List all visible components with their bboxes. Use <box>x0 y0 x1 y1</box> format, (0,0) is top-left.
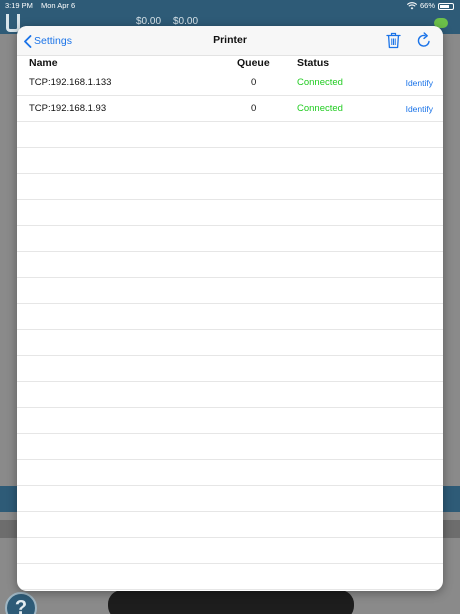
empty-list-row <box>17 356 443 382</box>
printer-queue: 0 <box>251 103 257 114</box>
empty-list-row <box>17 148 443 174</box>
empty-list-row <box>17 408 443 434</box>
empty-list-row <box>17 486 443 512</box>
modal-nav-bar: Settings Printer <box>17 26 443 56</box>
status-bar: 3:19 PM Mon Apr 6 66% <box>0 0 460 12</box>
identify-button[interactable]: Identify <box>406 78 433 88</box>
identify-button[interactable]: Identify <box>406 104 433 114</box>
empty-list-row <box>17 122 443 148</box>
empty-list-row <box>17 200 443 226</box>
battery-icon <box>438 2 454 10</box>
empty-list-row <box>17 564 443 590</box>
empty-list-row <box>17 512 443 538</box>
status-time: 3:19 PM <box>5 1 33 10</box>
empty-list-row <box>17 278 443 304</box>
status-right: 66% <box>406 0 454 12</box>
empty-list-row <box>17 252 443 278</box>
battery-percent: 66% <box>419 1 435 10</box>
printer-queue: 0 <box>251 77 257 88</box>
column-status: Status <box>297 57 330 69</box>
status-date: Mon Apr 6 <box>41 1 76 10</box>
printer-modal: Settings Printer Name Queue Status TCP:1… <box>17 26 443 591</box>
empty-list-row <box>17 226 443 252</box>
wifi-icon <box>406 2 417 10</box>
empty-list-row <box>17 330 443 356</box>
printer-status: Connected <box>297 77 343 88</box>
table-row[interactable]: TCP:192.168.1.93 0 Connected Identify <box>17 96 443 122</box>
background-footer <box>108 590 354 614</box>
printer-status: Connected <box>297 103 343 114</box>
modal-title: Printer <box>213 34 247 46</box>
column-name: Name <box>29 57 58 69</box>
printer-list: TCP:192.168.1.133 0 Connected Identify T… <box>17 70 443 590</box>
empty-list-row <box>17 538 443 564</box>
column-queue: Queue <box>237 57 270 69</box>
empty-rows <box>17 122 443 590</box>
printer-name: TCP:192.168.1.93 <box>29 103 107 114</box>
refresh-icon[interactable] <box>416 32 432 49</box>
table-row[interactable]: TCP:192.168.1.133 0 Connected Identify <box>17 70 443 96</box>
trash-icon[interactable] <box>386 32 401 49</box>
empty-list-row <box>17 382 443 408</box>
empty-list-row <box>17 434 443 460</box>
empty-list-row <box>17 460 443 486</box>
printer-table-header: Name Queue Status <box>17 57 443 71</box>
empty-list-row <box>17 174 443 200</box>
empty-list-row <box>17 304 443 330</box>
help-icon: ? <box>14 596 28 614</box>
printer-name: TCP:192.168.1.133 <box>29 77 112 88</box>
